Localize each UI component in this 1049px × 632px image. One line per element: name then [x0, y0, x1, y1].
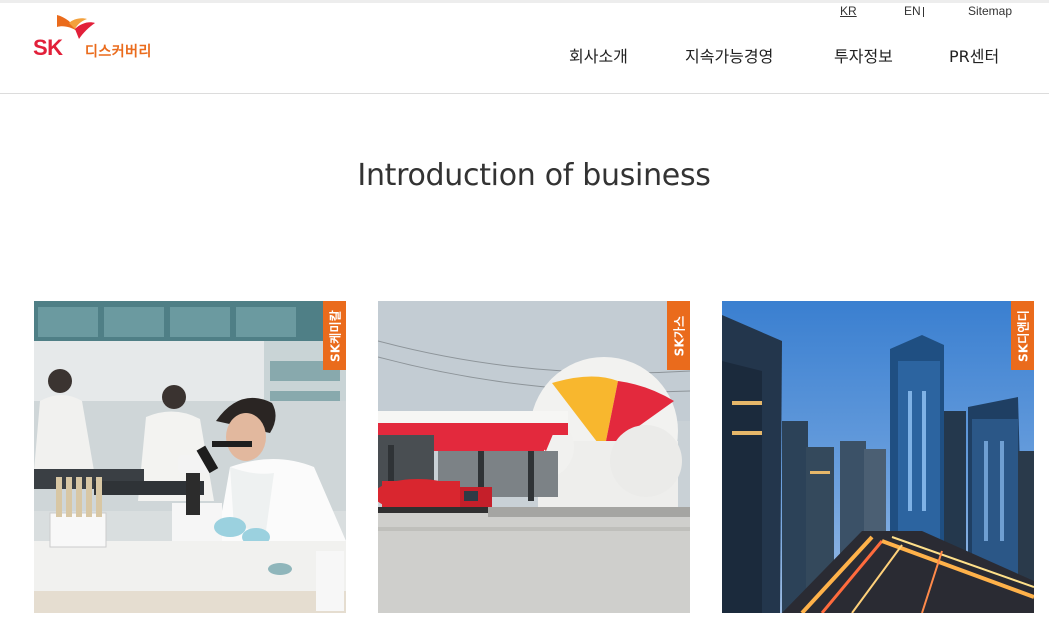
nav-pr-center[interactable]: PR센터 [949, 43, 999, 67]
business-card-sk-dnd[interactable]: SK디앤디 [722, 301, 1034, 613]
logo-sk-text: SK [33, 35, 63, 60]
business-card-sk-chemicals[interactable]: SK케미칼 [34, 301, 346, 613]
business-tag-label: SK디앤디 [1016, 309, 1030, 362]
business-tag: SK케미칼 [323, 301, 346, 370]
business-tag: SK디앤디 [1011, 301, 1034, 370]
business-card-sk-gas[interactable]: SK가스 [378, 301, 690, 613]
nav-sustainability[interactable]: 지속가능경영 [685, 43, 773, 67]
sk-discovery-logo[interactable]: SK 디스커버리 [33, 13, 173, 65]
sitemap-link[interactable]: Sitemap [968, 4, 1012, 18]
gas-station-storage-tanks-photo [378, 301, 690, 613]
site-header: SK 디스커버리 KR EN Sitemap 회사소개 지속가능경영 투자정보 … [0, 3, 1049, 94]
page-title: Introduction of business [357, 158, 711, 193]
laboratory-scientists-photo [34, 301, 346, 613]
nav-investor-relations[interactable]: 투자정보 [834, 43, 893, 67]
business-tag-label: SK케미칼 [328, 309, 342, 362]
util-divider [923, 7, 924, 17]
lang-en-link[interactable]: EN [904, 4, 921, 18]
business-tag: SK가스 [667, 301, 690, 370]
business-tag-label: SK가스 [672, 315, 686, 356]
lang-kr-link[interactable]: KR [840, 4, 857, 18]
city-skyline-night-photo [722, 301, 1034, 613]
logo-company-name: 디스커버리 [85, 44, 152, 60]
nav-company-intro[interactable]: 회사소개 [569, 43, 628, 67]
